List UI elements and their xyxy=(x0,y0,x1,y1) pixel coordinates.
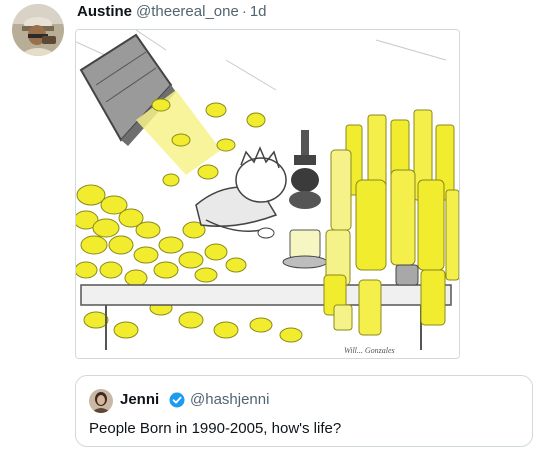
quoted-tweet-text: People Born in 1990-2005, how's life? xyxy=(89,420,342,437)
tweet-image[interactable]: Will... Gonzales xyxy=(75,29,460,359)
author-name[interactable]: Austine xyxy=(77,3,132,20)
quoted-author-handle[interactable]: @hashjenni xyxy=(190,390,269,410)
verified-badge-icon xyxy=(169,392,185,408)
tweet: Austine @theereal_one · 1d Will... Gonza… xyxy=(0,0,556,459)
artist-signature: Will... Gonzales xyxy=(344,346,395,355)
quoted-tweet[interactable]: Jenni @hashjenni People Born in 1990-200… xyxy=(75,375,533,447)
tweet-header: Austine @theereal_one · 1d xyxy=(77,2,267,22)
separator-dot: · xyxy=(241,3,247,20)
lemon-cartoon-illustration: Will... Gonzales xyxy=(76,30,459,358)
quoted-author-name[interactable]: Jenni xyxy=(120,390,159,410)
quoted-author-avatar[interactable] xyxy=(89,389,113,413)
author-avatar[interactable] xyxy=(12,4,64,56)
timestamp[interactable]: 1d xyxy=(250,3,267,20)
author-handle[interactable]: @theereal_one xyxy=(136,3,239,20)
